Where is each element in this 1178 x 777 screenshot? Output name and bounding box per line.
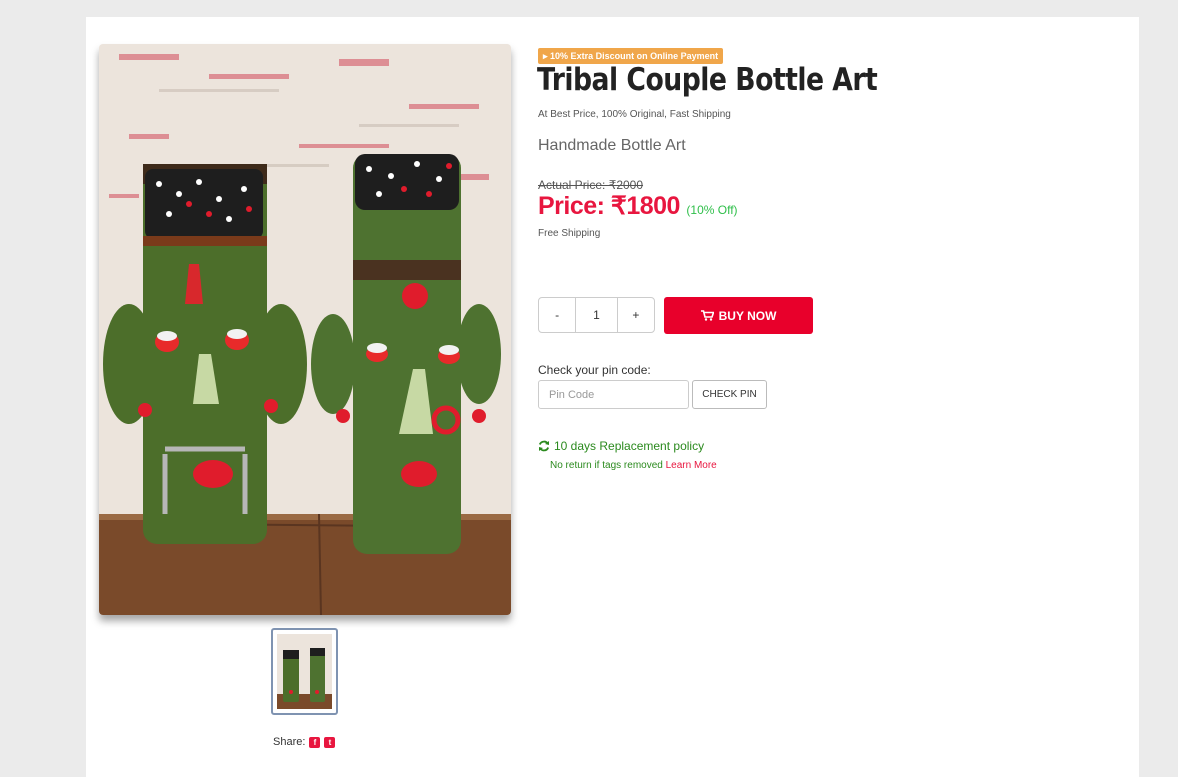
product-title: Tribal Couple Bottle Art [537,62,878,98]
actual-price: Actual Price: ₹2000 [538,178,644,192]
quantity-increment-button[interactable]: + [618,298,654,332]
shipping-info: Free Shipping [538,228,601,239]
share-bar: Share: f t [273,736,336,748]
pincode-label: Check your pin code: [538,363,651,377]
refresh-icon [538,440,550,452]
buy-now-button[interactable]: BUY NOW [664,297,813,334]
discount-percent: (10% Off) [686,203,738,217]
buy-now-label: BUY NOW [718,308,777,323]
share-label: Share: [273,736,306,748]
learn-more-link[interactable]: Learn More [666,460,717,471]
twitter-icon[interactable]: t [324,736,336,748]
quantity-decrement-button[interactable]: - [539,298,575,332]
return-note: No return if tags removed Learn More [550,460,717,471]
cart-icon [700,310,714,321]
check-pin-button[interactable]: CHECK PIN [692,380,767,409]
product-thumbnail[interactable] [271,628,338,715]
pincode-input[interactable] [538,380,689,409]
product-subtitle: At Best Price, 100% Original, Fast Shipp… [538,109,731,120]
tag-icon: ▸ [543,51,548,61]
discount-badge-text: 10% Extra Discount on Online Payment [550,51,719,61]
product-main-image[interactable] [99,44,511,615]
facebook-icon[interactable]: f [309,736,321,748]
product-category: Handmade Bottle Art [538,137,686,154]
price: Price: ₹1800 [538,192,680,220]
replacement-policy-title: 10 days Replacement policy [554,439,705,453]
price-line: Price: ₹1800 (10% Off) [538,191,738,221]
replacement-policy: 10 days Replacement policy [538,439,704,453]
quantity-stepper: - 1 + [538,297,655,333]
quantity-value[interactable]: 1 [575,298,618,332]
return-note-text: No return if tags removed [550,460,663,471]
